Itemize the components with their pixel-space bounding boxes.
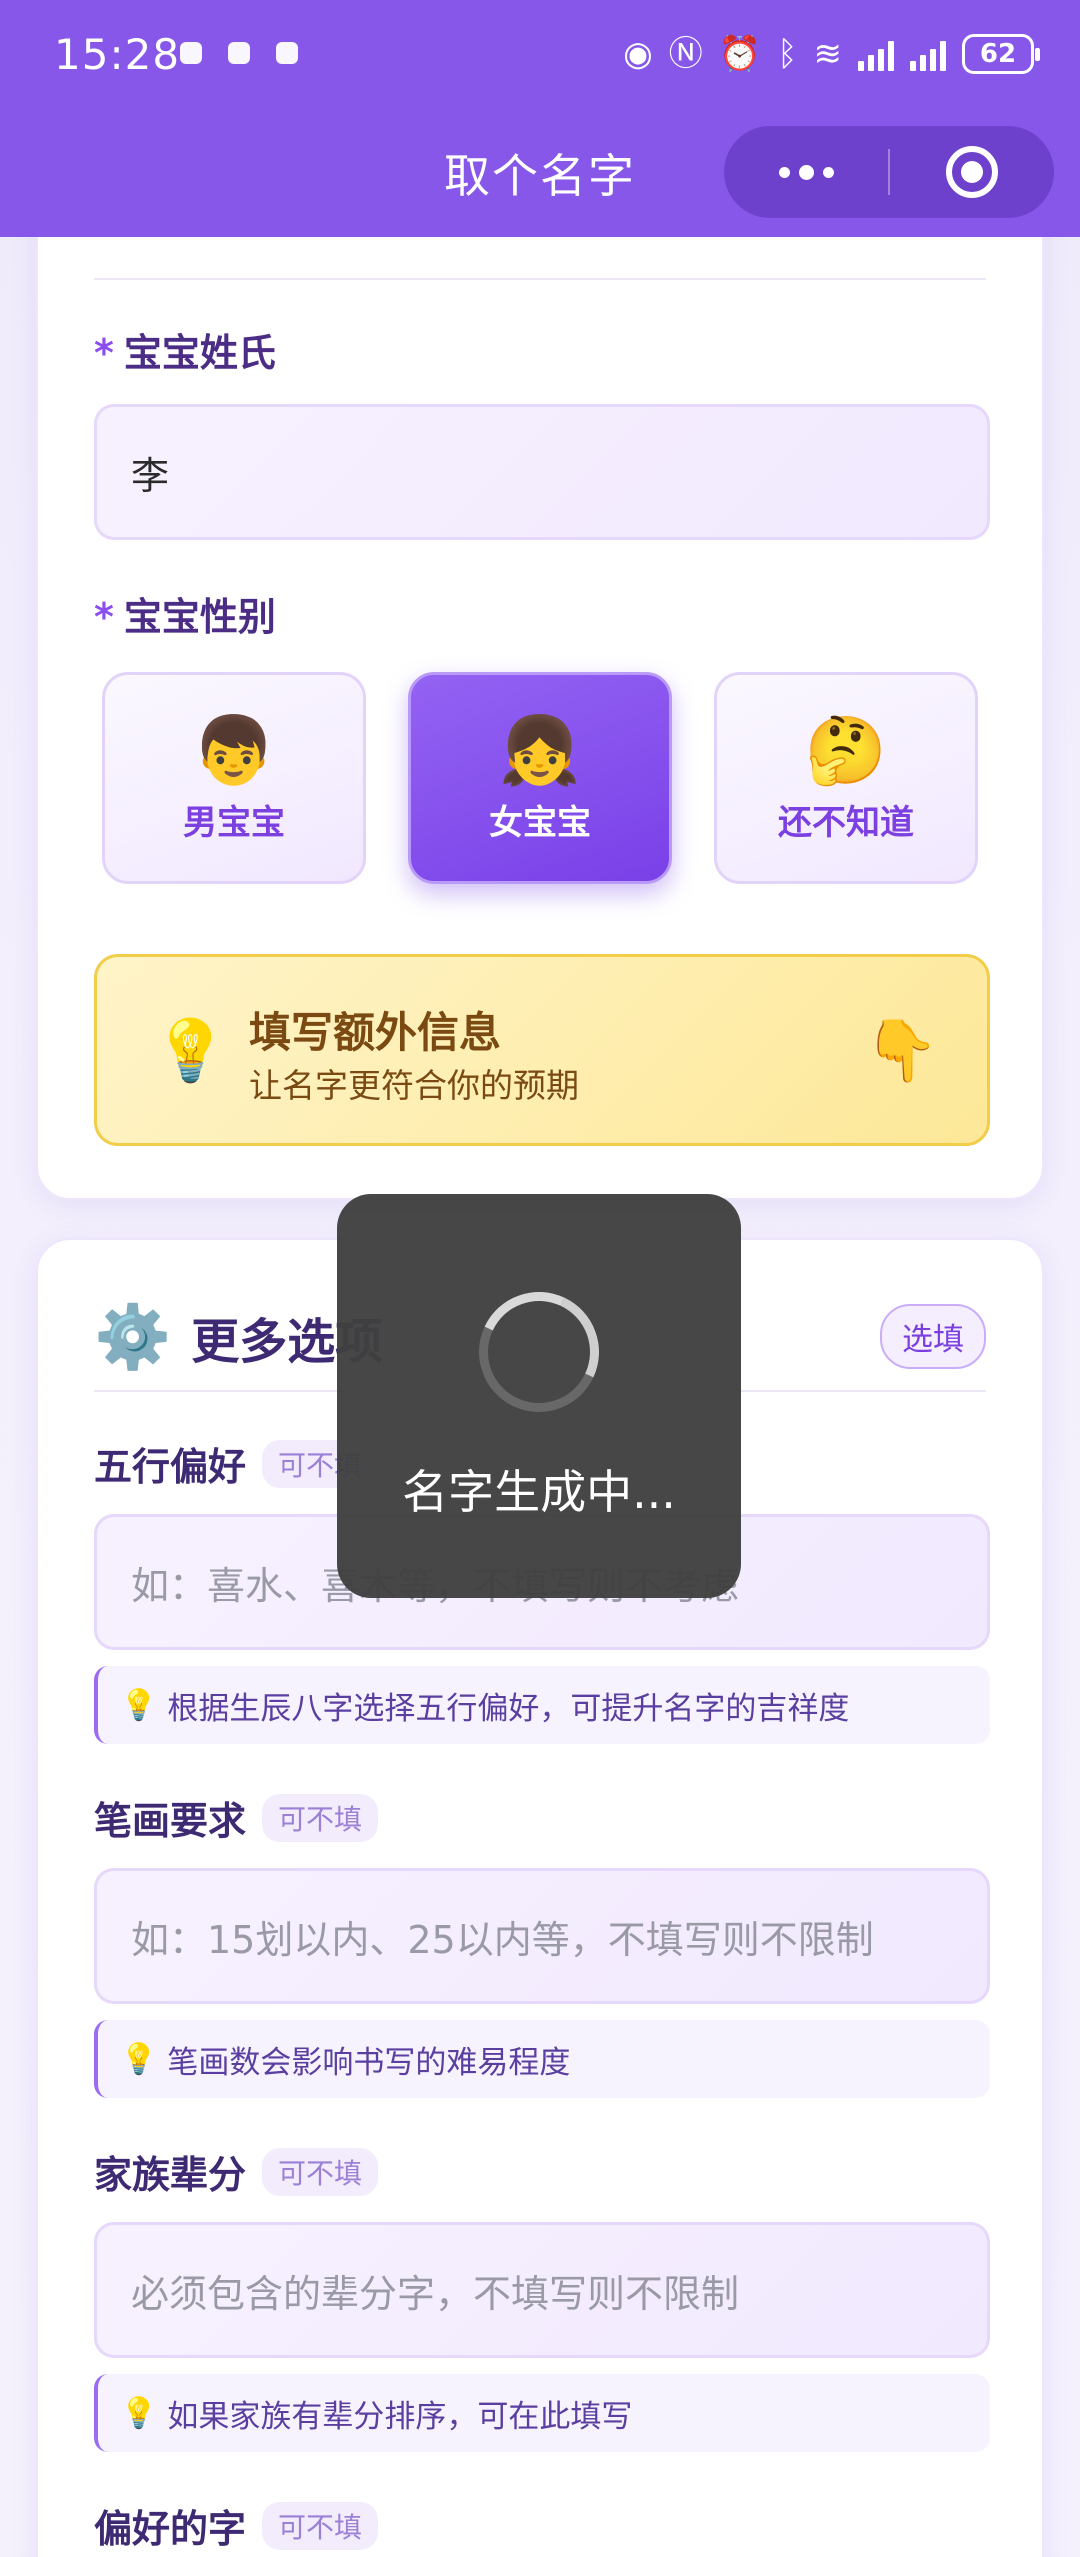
optional-tag: 可不填 [262,2147,379,2196]
alarm-icon: ⏰ [718,34,762,74]
optional-badge: 选填 [880,1304,986,1369]
gender-option-label: 男宝宝 [183,803,285,843]
strokes-input[interactable]: 如：15划以内、25以内等，不填写则不限制 [94,1868,990,2004]
more-menu-icon[interactable] [724,164,888,180]
boy-icon: 👦 [192,712,276,789]
optional-tag: 可不填 [262,1793,379,1842]
wifi-icon: ≋ [813,34,843,74]
mini-program-capsule [724,126,1054,218]
eye-icon: ◉ [623,34,653,74]
gender-option-unknown[interactable]: 🤔 还不知道 [714,672,978,884]
strokes-tip: 💡 笔画数会影响书写的难易程度 [94,2020,990,2098]
pointing-hand-icon: 👇 [864,1016,939,1086]
surname-input[interactable]: 李 [94,404,990,540]
status-bar: 15:28 ◉ Ⓝ ⏰ ᛒ ≋ 62 [0,0,1080,110]
nfc-icon: Ⓝ [668,34,703,74]
generation-label: 家族辈分 可不填 [94,2144,379,2199]
notification-icon [276,42,298,64]
wuxing-label: 五行偏好 可不填 [94,1436,379,1491]
loading-message: 名字生成中... [402,1465,676,1519]
loading-spinner-icon [462,1275,616,1429]
top-bar: 15:28 ◉ Ⓝ ⏰ ᛒ ≋ 62 取个名字 [0,0,1080,237]
preferred-char-label: 偏好的字 可不填 [94,2498,379,2553]
extra-info-button[interactable]: 💡 填写额外信息 让名字更符合你的预期 👇 [94,954,990,1146]
battery-icon: 62 [962,34,1040,74]
gender-option-label: 女宝宝 [489,803,591,843]
loading-toast: 名字生成中... [337,1194,741,1598]
divider [94,278,986,280]
basic-info-card: * 宝宝姓氏 李 * 宝宝性别 👦 男宝宝 👧 女宝宝 🤔 还不知道 💡 填写额外信… [36,180,1044,1200]
thinking-icon: 🤔 [804,712,888,789]
gender-option-boy[interactable]: 👦 男宝宝 [102,672,366,884]
lightbulb-icon: 💡 [120,2395,158,2431]
bluetooth-icon: ᛒ [777,34,798,74]
extra-info-title: 填写额外信息 [249,1008,502,1057]
gender-option-girl[interactable]: 👧 女宝宝 [408,672,672,884]
status-time: 15:28 [54,30,181,79]
gender-label: * 宝宝性别 [94,595,276,639]
optional-tag: 可不填 [262,2501,379,2550]
strokes-label: 笔画要求 可不填 [94,1790,379,1845]
close-target-icon[interactable] [890,146,1054,198]
generation-tip: 💡 如果家族有辈分排序，可在此填写 [94,2374,990,2452]
lightbulb-icon: 💡 [120,2041,158,2077]
notification-icon [228,42,250,64]
4g-signal-icon [910,37,946,71]
notification-icon [180,42,202,64]
extra-info-subtitle: 让名字更符合你的预期 [249,1066,579,1105]
gender-option-label: 还不知道 [778,803,914,843]
gear-icon: ⚙️ [94,1300,172,1373]
generation-input[interactable]: 必须包含的辈分字，不填写则不限制 [94,2222,990,2358]
signal-icon [858,37,894,71]
lightbulb-icon: 💡 [153,1016,228,1086]
lightbulb-icon: 💡 [120,1687,158,1723]
wuxing-tip: 💡 根据生辰八字选择五行偏好，可提升名字的吉祥度 [94,1666,990,1744]
girl-icon: 👧 [498,712,582,789]
surname-label: * 宝宝姓氏 [94,331,276,375]
